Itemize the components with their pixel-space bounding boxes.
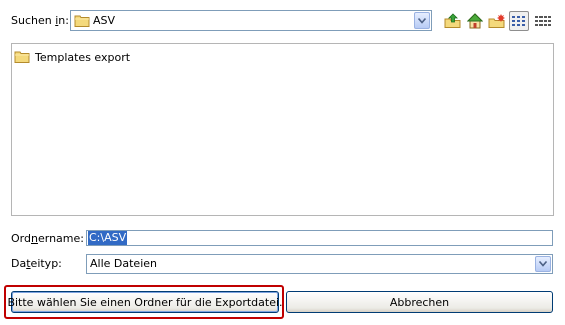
file-type-label-post: eityp: <box>30 257 62 270</box>
new-folder-icon <box>488 14 505 28</box>
home-button[interactable] <box>465 11 485 31</box>
file-type-label: Dateityp: <box>11 257 62 271</box>
cancel-button[interactable]: Abbrechen <box>286 291 553 313</box>
folder-name-label-post: ername: <box>37 232 84 245</box>
look-in-dropdown-button[interactable] <box>414 12 430 29</box>
up-folder-icon <box>444 13 461 28</box>
look-in-label: Suchen in: <box>11 14 69 28</box>
folder-icon <box>74 14 90 30</box>
cancel-button-label: Abbrechen <box>389 295 450 309</box>
list-item-name: Templates export <box>35 51 131 64</box>
look-in-label-pre: Suchen <box>11 14 56 27</box>
folder-name-label-pre: Ord <box>11 232 31 245</box>
list-item[interactable]: Templates export <box>14 50 130 66</box>
look-in-combo[interactable]: ASV <box>70 10 432 31</box>
select-folder-button-label: Bitte wählen Sie einen Ordner für die Ex… <box>7 295 283 309</box>
list-view-icon <box>512 16 525 26</box>
folder-icon <box>14 50 30 66</box>
file-type-select[interactable]: Alle Dateien <box>86 254 553 274</box>
chevron-down-icon <box>539 261 547 267</box>
up-folder-button[interactable] <box>443 11 463 31</box>
folder-name-input[interactable]: C:\ASV <box>86 230 553 246</box>
file-type-label-pre: Da <box>11 257 27 270</box>
folder-name-value: C:\ASV <box>88 231 128 245</box>
look-in-value: ASV <box>93 14 116 27</box>
select-folder-button[interactable]: Bitte wählen Sie einen Ordner für die Ex… <box>7 291 283 313</box>
list-view-button[interactable] <box>509 11 529 31</box>
file-type-dropdown-button[interactable] <box>535 256 551 272</box>
file-type-value: Alle Dateien <box>90 257 157 270</box>
new-folder-button[interactable] <box>487 11 507 31</box>
look-in-label-post: n: <box>58 14 69 27</box>
chevron-down-icon <box>418 17 426 24</box>
home-icon <box>467 13 483 29</box>
folder-name-label-key: n <box>30 232 38 245</box>
details-view-button[interactable] <box>533 11 553 31</box>
file-list[interactable]: Templates export <box>11 43 554 216</box>
details-view-icon <box>535 16 551 26</box>
folder-name-label: Ordnername: <box>11 232 84 246</box>
